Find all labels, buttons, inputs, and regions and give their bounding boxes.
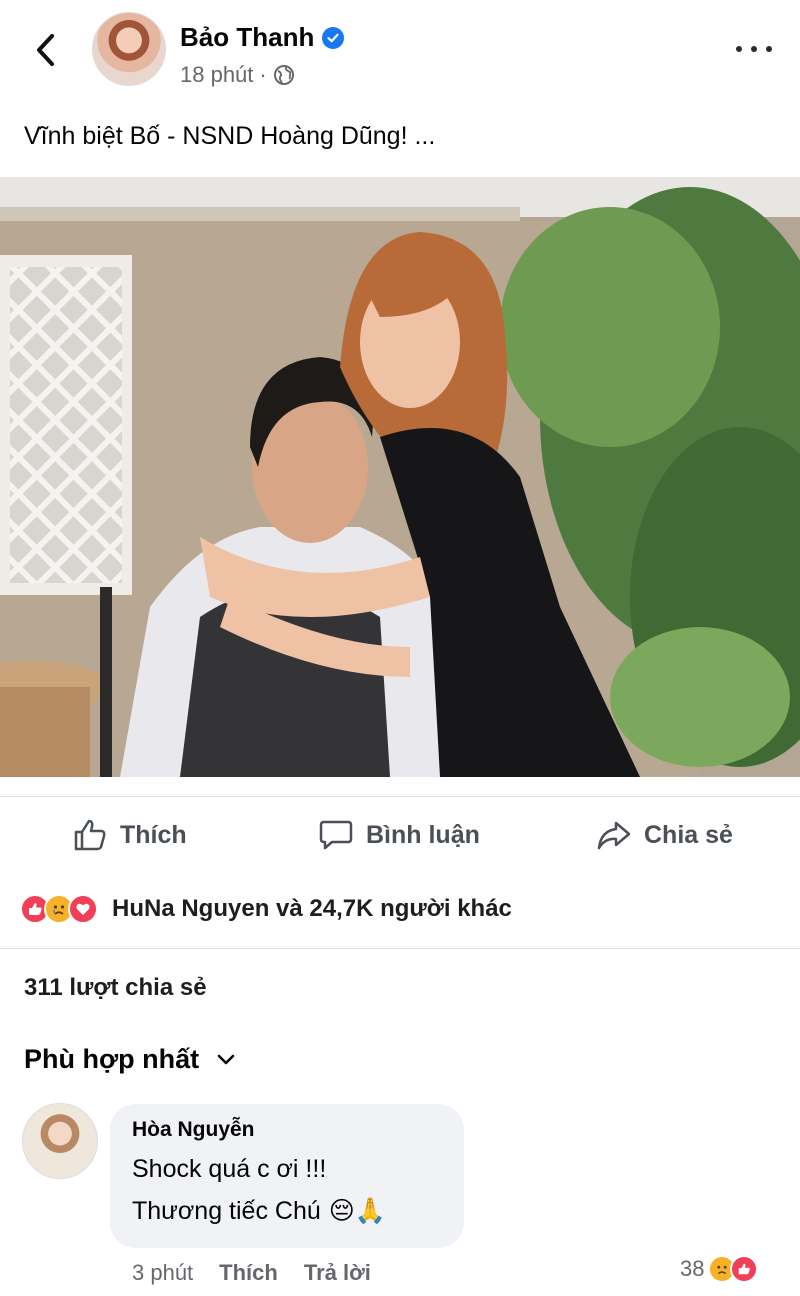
comment-reaction-count: 38 [680, 1256, 705, 1281]
post-photo[interactable] [0, 177, 800, 777]
more-options-button[interactable] [736, 36, 772, 62]
share-button[interactable]: Chia sẻ [596, 817, 733, 853]
chevron-down-icon [217, 1054, 235, 1064]
dot-icon [751, 46, 757, 52]
action-bar: Thích Bình luận Chia sẻ [0, 796, 800, 876]
sort-label: Phù hợp nhất [24, 1044, 200, 1074]
reaction-icons [20, 894, 98, 924]
author-name[interactable]: Bảo Thanh [180, 22, 314, 53]
dot-icon [736, 46, 742, 52]
photo-illustration [0, 177, 800, 777]
verified-badge-icon [322, 26, 345, 49]
like-button[interactable]: Thích [72, 817, 187, 853]
comment-reply-button[interactable]: Trả lời [304, 1260, 371, 1286]
comment-meta: 3 phút Thích Trả lời [132, 1260, 371, 1286]
love-icon [68, 894, 98, 924]
comment-like-button[interactable]: Thích [219, 1260, 278, 1286]
meta-separator: · [259, 62, 267, 87]
comment-time: 3 phút [132, 1260, 194, 1285]
comment-author[interactable]: Hòa Nguyễn [132, 1118, 442, 1142]
post-time[interactable]: 18 phút [180, 62, 253, 88]
commenter-avatar[interactable] [22, 1103, 98, 1179]
share-arrow-icon [597, 821, 631, 850]
reactions-text: HuNa Nguyen và 24,7K người khác [112, 895, 512, 922]
comment-line-1: Shock quá c ơi !!! [132, 1148, 442, 1190]
divider [0, 948, 800, 949]
comment-line-2: Thương tiếc Chú 😔🙏 [132, 1190, 442, 1232]
comment-sort-dropdown[interactable]: Phù hợp nhất [24, 1044, 235, 1075]
chevron-left-icon [37, 34, 54, 66]
comment-emoji: 😔🙏 [328, 1197, 386, 1225]
shares-count[interactable]: 311 lượt chia sẻ [24, 974, 207, 1002]
globe-icon [273, 65, 294, 85]
comment-text-2: Thương tiếc Chú [132, 1197, 321, 1225]
share-label: Chia sẻ [644, 820, 733, 849]
back-button[interactable] [28, 30, 62, 70]
dot-icon [766, 46, 772, 52]
like-icon [730, 1255, 759, 1283]
comment-bubble: Hòa Nguyễn Shock quá c ơi !!! Thương tiế… [110, 1104, 464, 1248]
post-header: Bảo Thanh 18 phút · [0, 0, 800, 100]
comment-bubble-icon [319, 820, 353, 850]
post-text: Vĩnh biệt Bố - NSND Hoàng Dũng! ... [24, 122, 436, 150]
thumbs-up-icon [74, 819, 106, 851]
like-label: Thích [120, 820, 187, 849]
comment-button[interactable]: Bình luận [318, 817, 480, 853]
comment-label: Bình luận [366, 820, 480, 849]
author-row: Bảo Thanh [180, 22, 345, 53]
comment-reactions[interactable]: 38 [680, 1255, 759, 1283]
post-meta: 18 phút · [180, 62, 295, 88]
reactions-summary[interactable]: HuNa Nguyen và 24,7K người khác [20, 894, 512, 924]
comment-text-1: Shock quá c ơi !!! [132, 1155, 327, 1183]
author-avatar[interactable] [92, 12, 166, 86]
